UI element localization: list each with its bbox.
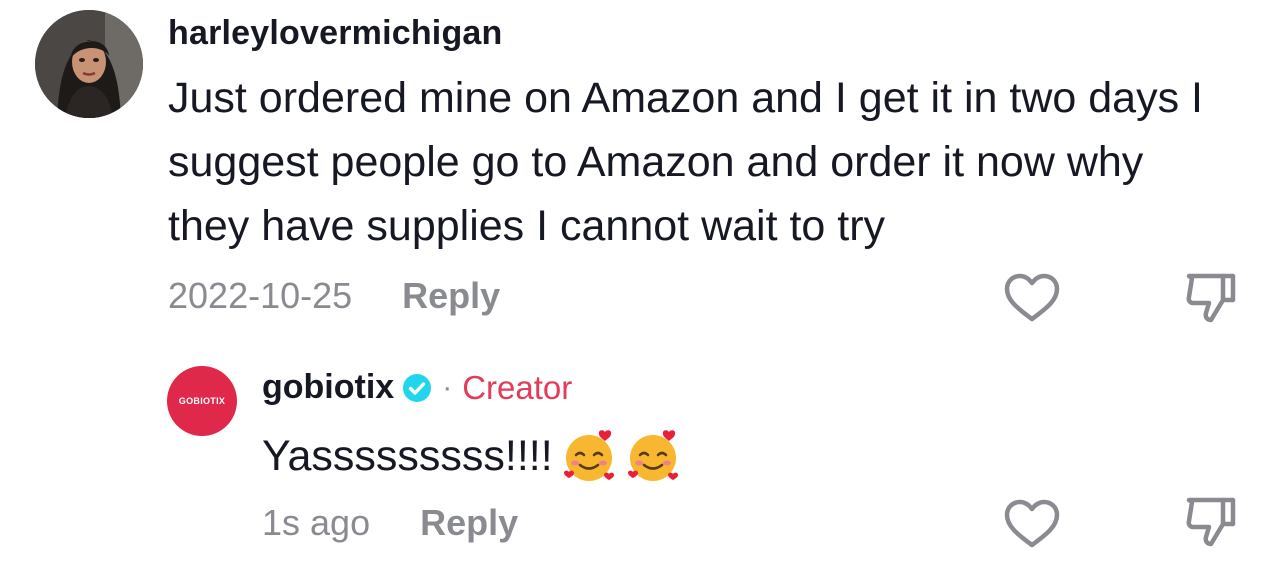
reply-text: Yasssssssss!!!! bbox=[262, 431, 553, 480]
heart-outline-icon bbox=[1004, 273, 1060, 322]
heart-outline-icon bbox=[1004, 499, 1060, 548]
reply-to-reply-button[interactable]: Reply bbox=[420, 502, 518, 544]
reply-header: gobiotix · Creator bbox=[262, 368, 572, 407]
smiling-face-with-hearts-icon bbox=[561, 428, 617, 484]
comment-username[interactable]: harleylovermichigan bbox=[168, 14, 503, 53]
reply-text-row: Yasssssssss!!!! bbox=[262, 428, 681, 484]
avatar-logo-text: GOBIOTIX bbox=[178, 396, 226, 406]
smiling-face-with-hearts-icon bbox=[625, 428, 681, 484]
comment-meta: 2022-10-25 Reply bbox=[168, 275, 500, 317]
separator-dot: · bbox=[442, 370, 453, 404]
reply-meta: 1s ago Reply bbox=[262, 502, 518, 544]
reply-dislike-button[interactable] bbox=[1183, 494, 1239, 555]
creator-badge: Creator bbox=[462, 368, 573, 406]
avatar-photo bbox=[35, 10, 143, 118]
dislike-button[interactable] bbox=[1183, 270, 1239, 331]
like-button[interactable] bbox=[1003, 272, 1061, 329]
avatar[interactable] bbox=[35, 10, 143, 118]
reply-button[interactable]: Reply bbox=[402, 275, 500, 317]
comment-text: Just ordered mine on Amazon and I get it… bbox=[168, 74, 1203, 250]
reply-username[interactable]: gobiotix bbox=[262, 368, 394, 407]
comment-date: 2022-10-25 bbox=[168, 275, 353, 316]
reply-like-button[interactable] bbox=[1003, 498, 1061, 555]
reply-time: 1s ago bbox=[262, 502, 371, 543]
thumbs-down-outline-icon bbox=[1186, 497, 1236, 547]
verified-badge-icon bbox=[402, 373, 432, 403]
creator-avatar[interactable]: GOBIOTIX bbox=[167, 366, 237, 436]
thumbs-down-outline-icon bbox=[1186, 273, 1236, 323]
